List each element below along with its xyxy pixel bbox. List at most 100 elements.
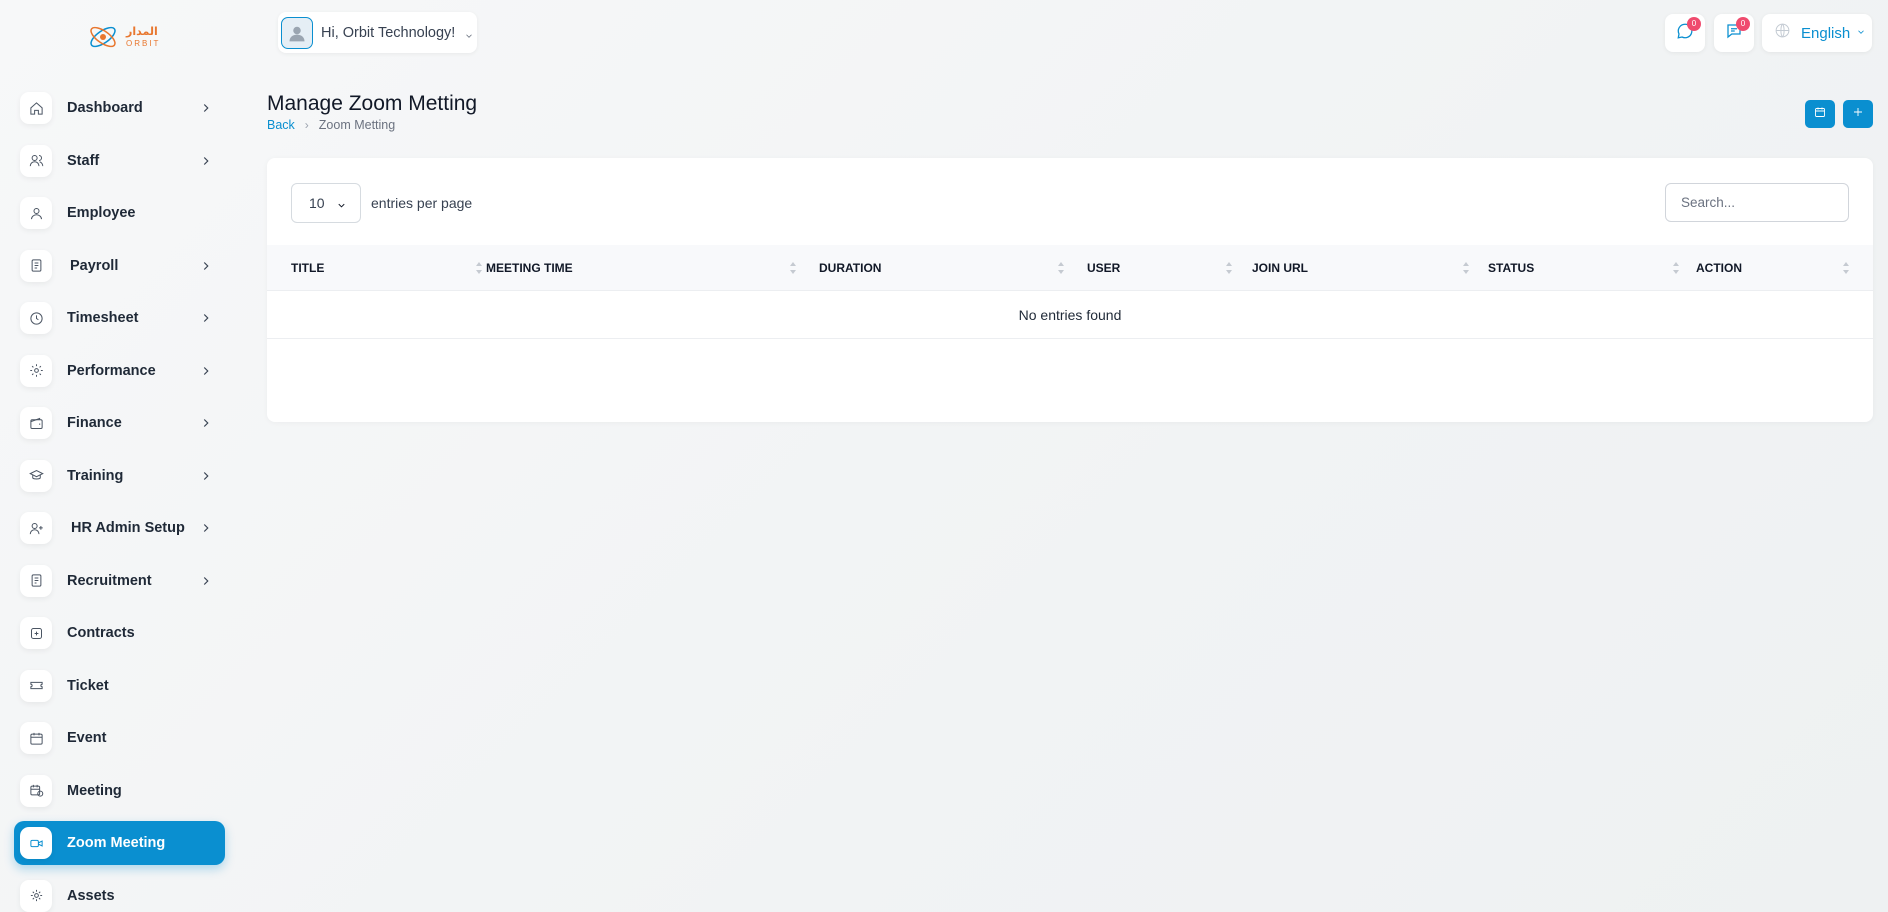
language-label: English [1801,24,1851,42]
ticket-icon [20,669,52,702]
sidebar-item-contracts[interactable]: Contracts [14,611,225,655]
chevron-right-icon [199,521,213,535]
calendar-icon [1814,105,1826,123]
sidebar-item-label: Zoom Meeting [67,835,166,851]
sidebar: المدار ORBIT Dashboard Staff Employee Pa… [0,0,240,912]
sort-icon [1462,260,1470,276]
sidebar-item-zoom-meeting[interactable]: Zoom Meeting [14,821,225,865]
page-title: Manage Zoom Metting [267,92,478,115]
user-menu-button[interactable]: Hi, Orbit Technology! [278,12,477,53]
breadcrumb-current: Zoom Metting [318,118,396,132]
chevron-right-icon [199,416,213,430]
calendar-view-button[interactable] [1805,100,1835,128]
assets-icon [20,879,52,912]
column-header-meeting-time[interactable]: MEETING TIME [486,245,796,291]
column-header-action[interactable]: ACTION [1696,245,1866,291]
chevron-right-icon: › [304,118,309,132]
sort-icon [1225,260,1233,276]
sidebar-item-performance[interactable]: Performance [14,349,225,393]
sort-icon [1842,260,1850,276]
sidebar-item-label: Event [67,730,107,746]
sidebar-item-hr-admin-setup[interactable]: HR Admin Setup [14,506,225,550]
column-header-label: STATUS [1488,261,1535,275]
sidebar-item-assets[interactable]: Assets [14,874,225,912]
chevron-down-icon [336,198,347,214]
sort-icon [1672,260,1680,276]
sidebar-item-label: Performance [67,362,156,379]
column-header-user[interactable]: USER [1087,245,1237,291]
chevron-right-icon [199,311,213,325]
language-selector[interactable]: English [1762,14,1872,52]
column-header-join-url[interactable]: JOIN URL [1252,245,1477,291]
plus-icon [1852,105,1864,123]
sidebar-item-label: Finance [67,415,122,431]
column-header-label: DURATION [819,261,882,275]
zoom-meeting-table-card: 10 entries per page TITLE MEETING TIME D… [267,158,1873,422]
column-header-status[interactable]: STATUS [1488,245,1688,291]
sidebar-item-label: HR Admin Setup [71,520,185,536]
add-meeting-button[interactable] [1843,100,1873,128]
search-input[interactable] [1665,183,1849,222]
sidebar-item-label: Training [67,467,124,484]
user-plus-icon [20,512,52,544]
logo-arabic-text: المدار [126,25,158,38]
column-header-label: ACTION [1696,261,1742,275]
table-header: TITLE MEETING TIME DURATION USER JOIN UR… [267,245,1873,291]
column-header-label: USER [1087,261,1121,275]
sidebar-item-label: Timesheet [67,310,139,326]
chevron-down-icon [464,28,474,38]
chevron-right-icon [199,259,213,273]
sidebar-item-label: Meeting [67,782,122,799]
sidebar-item-label: Ticket [67,677,109,694]
sidebar-item-label: Payroll [70,257,119,274]
sidebar-item-meeting[interactable]: Meeting [14,769,225,813]
users-icon [20,144,52,177]
video-icon [20,827,52,859]
chevron-down-icon [1856,24,1866,42]
per-page-select[interactable]: 10 [291,183,361,223]
chevron-right-icon [199,469,213,483]
graduation-cap-icon [20,459,52,492]
sidebar-item-employee[interactable]: Employee [14,191,225,235]
sidebar-item-timesheet[interactable]: Timesheet [14,296,225,340]
sidebar-item-label: Dashboard [67,100,143,116]
chevron-right-icon [199,101,213,115]
column-header-label: MEETING TIME [486,261,573,275]
sidebar-item-payroll[interactable]: Payroll [14,244,225,288]
entries-per-page: 10 entries per page [291,183,472,223]
column-header-label: TITLE [291,261,325,275]
sidebar-item-label: Recruitment [67,572,152,589]
sort-icon [1057,260,1065,276]
sidebar-item-ticket[interactable]: Ticket [14,664,225,708]
sidebar-item-label: Staff [67,152,100,169]
clipboard-icon [20,564,52,597]
sidebar-item-finance[interactable]: Finance [14,401,225,445]
receipt-icon [20,249,52,282]
performance-icon [20,354,52,387]
sidebar-item-recruitment[interactable]: Recruitment [14,559,225,603]
sidebar-item-staff[interactable]: Staff [14,139,225,183]
chevron-right-icon [199,154,213,168]
chat-button[interactable]: 0 [1714,14,1754,52]
orbit-logo-icon [86,20,120,54]
chevron-right-icon [199,574,213,588]
column-header-title[interactable]: TITLE [291,245,482,291]
breadcrumb-back-link[interactable]: Back [267,118,295,132]
empty-table-message: No entries found [267,291,1873,339]
calendar-clock-icon [20,774,52,807]
calendar-icon [20,722,52,754]
messages-button[interactable]: 0 [1665,14,1705,52]
sidebar-item-event[interactable]: Event [14,716,225,760]
app-root: المدار ORBIT Dashboard Staff Employee Pa… [0,0,1888,912]
column-header-duration[interactable]: DURATION [819,245,1069,291]
logo-latin-text: ORBIT [126,38,161,48]
sidebar-item-training[interactable]: Training [14,454,225,498]
sidebar-menu: Dashboard Staff Employee Payroll Timeshe… [14,86,225,912]
sidebar-item-label: Assets [67,887,115,904]
sidebar-item-label: Contracts [67,625,135,641]
logo[interactable]: المدار ORBIT [86,18,158,56]
sidebar-item-dashboard[interactable]: Dashboard [14,86,225,130]
clock-icon [20,302,52,334]
sort-icon [789,260,797,276]
sidebar-item-label: Employee [67,205,136,221]
